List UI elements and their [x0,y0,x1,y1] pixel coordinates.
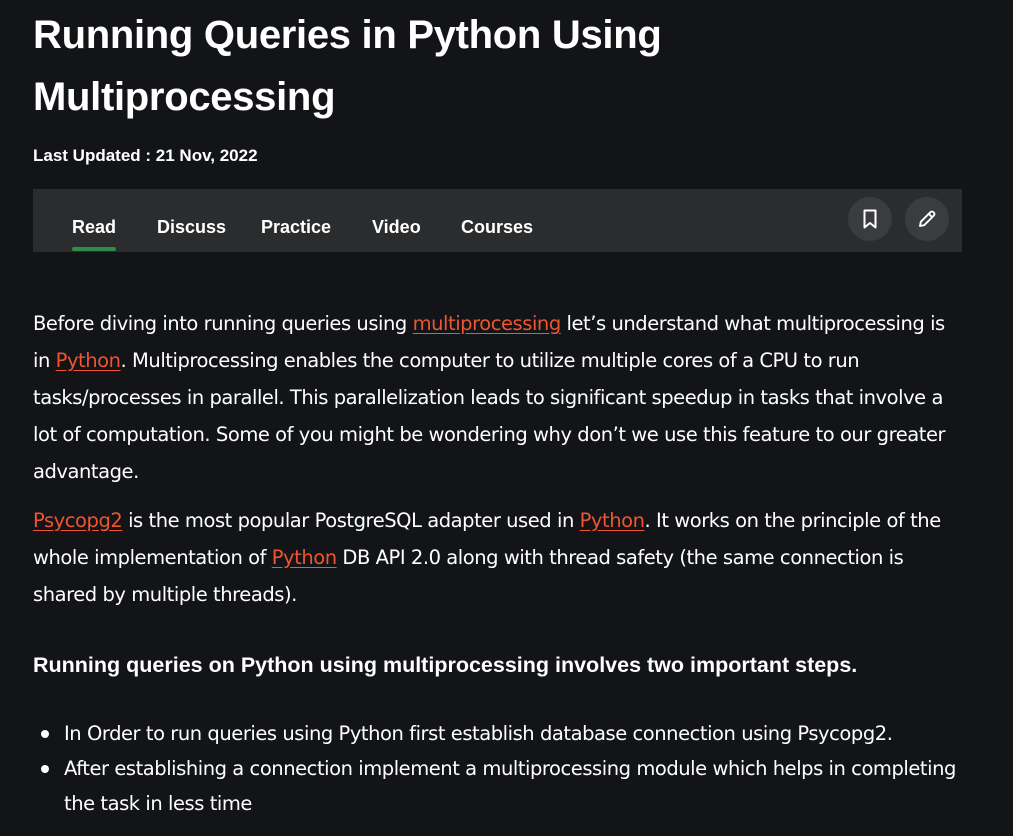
list-item: After establishing a connection implemen… [33,751,963,821]
tab-courses[interactable]: Courses [461,217,533,238]
tab-video[interactable]: Video [372,217,421,238]
list-item: In Order to run queries using Python fir… [33,716,963,751]
link-python[interactable]: Python [56,349,121,372]
bookmark-icon [863,209,877,229]
link-multiprocessing[interactable]: multiprocessing [413,312,562,335]
intro-paragraph: Before diving into running queries using… [33,312,946,483]
bookmark-button[interactable] [848,197,892,241]
edit-button[interactable] [905,197,949,241]
article-title: Running Queries in Python Using Multipro… [33,13,662,119]
link-psycopg2[interactable]: Psycopg2 [33,509,123,532]
last-updated: Last Updated : 21 Nov, 2022 [33,146,258,165]
article-tab-bar: Read Discuss Practice Video Courses [33,189,962,252]
link-python[interactable]: Python [580,509,645,532]
steps-list: In Order to run queries using Python fir… [33,716,963,821]
tab-discuss[interactable]: Discuss [157,217,226,238]
pencil-icon [919,210,936,227]
tab-practice[interactable]: Practice [261,217,331,238]
section-heading: Running queries on Python using multipro… [33,653,858,677]
tab-read[interactable]: Read [72,217,117,251]
link-python[interactable]: Python [272,546,337,569]
psycopg2-paragraph: Psycopg2 is the most popular PostgreSQL … [33,509,941,606]
